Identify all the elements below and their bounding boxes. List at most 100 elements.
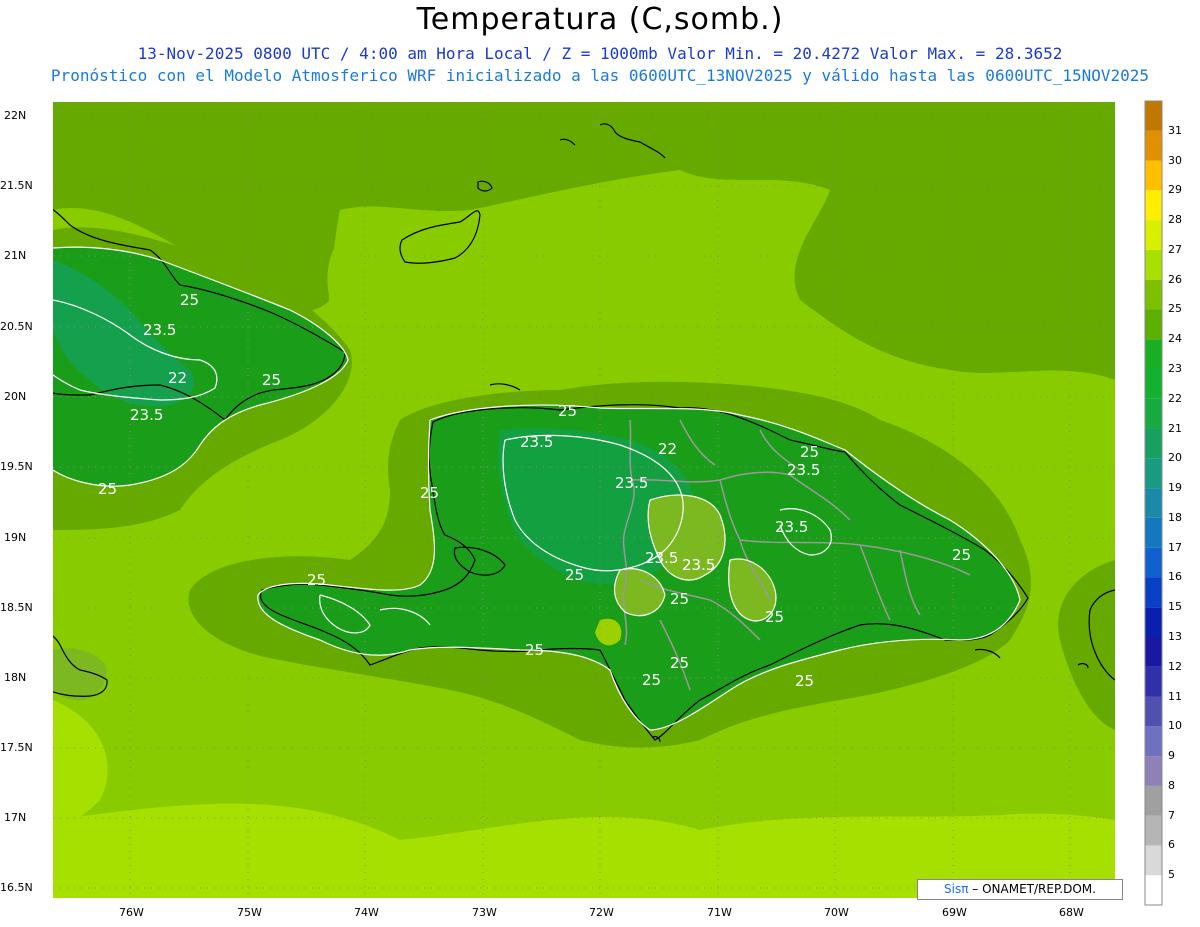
lon-label: 76W bbox=[119, 906, 144, 919]
colorbar-label: 10 bbox=[1168, 719, 1182, 733]
colorbar-label: 11 bbox=[1168, 689, 1182, 703]
lon-label: 74W bbox=[354, 906, 379, 919]
colorbar-label: 8 bbox=[1168, 778, 1175, 792]
colorbar-swatch bbox=[1145, 547, 1162, 578]
colorbar-label: 13 bbox=[1168, 630, 1182, 643]
colorbar-swatch bbox=[1145, 756, 1162, 786]
colorbar-label: 7 bbox=[1168, 808, 1175, 822]
contour-label: 25 bbox=[642, 671, 661, 689]
contour-label: 23.5 bbox=[143, 321, 176, 339]
subtitle-valid-time: 13-Nov-2025 0800 UTC / 4:00 am Hora Loca… bbox=[137, 44, 1063, 63]
colorbar-swatch bbox=[1145, 160, 1162, 191]
contour-label: 23.5 bbox=[130, 406, 163, 424]
colorbar-swatch bbox=[1145, 398, 1162, 429]
colorbar-swatch bbox=[1145, 517, 1162, 548]
lat-label: 21N bbox=[4, 249, 27, 262]
lat-label: 17N bbox=[4, 811, 27, 824]
contour-label: 25 bbox=[262, 371, 281, 389]
contour-label: 25 bbox=[952, 546, 971, 564]
colorbar-swatch bbox=[1145, 696, 1162, 727]
contour-label: 25 bbox=[765, 608, 784, 626]
contour-label: 23.5 bbox=[645, 549, 678, 567]
contour-label: 23.5 bbox=[787, 461, 820, 479]
lat-label: 22N bbox=[4, 109, 27, 122]
colorbar-label: 6 bbox=[1168, 838, 1175, 852]
lat-label: 18N bbox=[4, 671, 27, 684]
colorbar-swatch bbox=[1145, 279, 1162, 310]
contour-label: 22 bbox=[168, 369, 187, 387]
credit-box: Sisπ – ONAMET/REP.DOM. bbox=[917, 879, 1123, 900]
shaded-field bbox=[53, 102, 1115, 898]
colorbar-label: 26 bbox=[1168, 272, 1182, 286]
sis-logo-text: Sisπ bbox=[944, 882, 969, 896]
colorbar-label: 27 bbox=[1168, 242, 1182, 256]
colorbar-label: 29 bbox=[1168, 183, 1182, 197]
contour-label: 25 bbox=[98, 480, 117, 498]
colorbar-swatch bbox=[1145, 666, 1162, 697]
colorbar-swatch bbox=[1145, 577, 1162, 608]
colorbar-swatch bbox=[1145, 249, 1162, 280]
contour-label: 25 bbox=[670, 590, 689, 608]
lat-label: 16.5N bbox=[0, 881, 33, 894]
colorbar-label: 21 bbox=[1168, 421, 1182, 435]
lat-label: 17.5N bbox=[0, 741, 33, 754]
lon-label: 68W bbox=[1059, 906, 1084, 919]
map-title: Temperatura (C,somb.) bbox=[416, 2, 784, 37]
colorbar-label: 5 bbox=[1168, 868, 1175, 882]
colorbar-swatch bbox=[1145, 607, 1162, 637]
lon-label: 71W bbox=[707, 906, 732, 919]
contour-label: 25 bbox=[670, 654, 689, 672]
colorbar-label: 17 bbox=[1168, 540, 1182, 554]
colorbar-swatch bbox=[1145, 785, 1162, 816]
colorbar-label: 12 bbox=[1168, 659, 1182, 673]
colorbar-label: 22 bbox=[1168, 391, 1182, 405]
lat-label: 19.5N bbox=[0, 460, 33, 473]
contour-label: 25 bbox=[558, 402, 577, 420]
colorbar-label: 30 bbox=[1168, 153, 1182, 167]
contour-label: 25 bbox=[565, 566, 584, 584]
colorbar-swatch bbox=[1145, 101, 1162, 131]
lat-label: 19N bbox=[4, 531, 27, 544]
colorbar-swatch bbox=[1145, 458, 1162, 489]
contour-label: 25 bbox=[800, 443, 819, 461]
colorbar-label: 20 bbox=[1168, 451, 1182, 465]
subtitle-model-run: Pronóstico con el Modelo Atmosferico WRF… bbox=[50, 66, 1150, 85]
colorbar-swatch bbox=[1145, 845, 1162, 876]
colorbar-label: 9 bbox=[1168, 749, 1175, 763]
colorbar-swatch bbox=[1145, 815, 1162, 846]
lat-label: 20N bbox=[4, 390, 27, 403]
lon-label: 75W bbox=[237, 906, 262, 919]
colorbar-swatch bbox=[1145, 220, 1162, 250]
colorbar-label: 18 bbox=[1168, 510, 1182, 524]
credit-org: – ONAMET/REP.DOM. bbox=[972, 882, 1096, 896]
contour-label: 23.5 bbox=[775, 518, 808, 536]
lon-label: 73W bbox=[472, 906, 497, 919]
colorbar-swatch bbox=[1145, 726, 1162, 757]
colorbar-label: 28 bbox=[1168, 213, 1182, 227]
colorbar-swatch bbox=[1145, 339, 1162, 369]
colorbar-swatch bbox=[1145, 488, 1162, 518]
lat-label: 18.5N bbox=[0, 601, 33, 614]
colorbar-swatch bbox=[1145, 130, 1162, 161]
contour-label: 25 bbox=[180, 291, 199, 309]
colorbar-label: 23 bbox=[1168, 362, 1182, 375]
contour-label: 25 bbox=[307, 571, 326, 589]
contour-label: 23.5 bbox=[520, 433, 553, 451]
lon-label: 69W bbox=[942, 906, 967, 919]
contour-label: 25 bbox=[795, 672, 814, 690]
colorbar-swatch bbox=[1145, 428, 1162, 459]
lon-label: 70W bbox=[824, 906, 849, 919]
colorbar-swatch bbox=[1145, 369, 1162, 399]
colorbar-swatch bbox=[1145, 309, 1162, 340]
colorbar-swatch bbox=[1145, 875, 1162, 905]
contour-label: 25 bbox=[525, 641, 544, 659]
colorbar-swatch bbox=[1145, 637, 1162, 667]
colorbar-label: 25 bbox=[1168, 302, 1182, 316]
temperature-map: 2523.522 2523.5252523.5 22 2523.52523.523.5… bbox=[53, 100, 1163, 906]
colorbar-label: 31 bbox=[1168, 123, 1182, 137]
lon-label: 72W bbox=[589, 906, 614, 919]
colorbar bbox=[1144, 100, 1163, 906]
colorbar-label: 19 bbox=[1168, 481, 1182, 495]
colorbar-label: 24 bbox=[1168, 332, 1182, 346]
contour-label: 25 bbox=[420, 484, 439, 502]
